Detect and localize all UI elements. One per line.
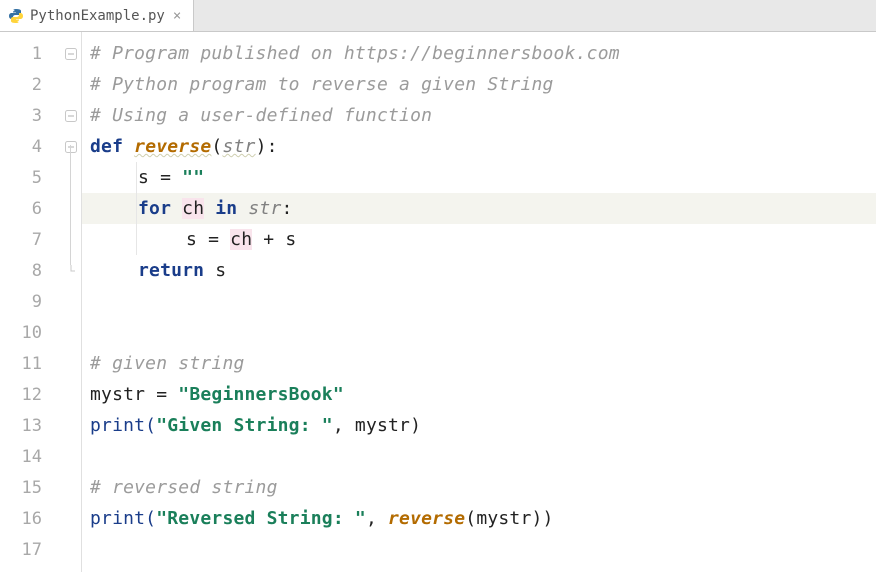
line-number: 6 [0, 193, 60, 224]
fold-marker [60, 317, 81, 348]
code-line[interactable]: s = "" [82, 162, 876, 193]
line-number: 8 [0, 255, 60, 286]
code-token: str [248, 198, 281, 219]
fold-marker [60, 286, 81, 317]
code-line[interactable]: # Python program to reverse a given Stri… [82, 69, 876, 100]
code-editor: 1234567891011121314151617 # Program publ… [0, 32, 876, 572]
code-token: + s [252, 229, 296, 250]
code-line[interactable]: # given string [82, 348, 876, 379]
tab-filename: PythonExample.py [30, 8, 165, 24]
fold-marker [60, 441, 81, 472]
python-file-icon [8, 8, 24, 24]
code-token: s = [186, 229, 230, 250]
fold-marker [60, 410, 81, 441]
code-area[interactable]: # Program published on https://beginners… [82, 32, 876, 572]
line-number: 4 [0, 131, 60, 162]
code-token: for [138, 198, 182, 219]
code-token: s [215, 260, 226, 281]
code-token: ( [211, 136, 222, 157]
line-number: 1 [0, 38, 60, 69]
line-number: 14 [0, 441, 60, 472]
code-token: str [222, 136, 255, 157]
code-line[interactable]: def reverse(str): [82, 131, 876, 162]
code-line[interactable]: mystr = "BeginnersBook" [82, 379, 876, 410]
line-number: 2 [0, 69, 60, 100]
code-token: reverse [134, 136, 211, 157]
code-token: , mystr) [333, 415, 421, 436]
fold-marker[interactable] [60, 38, 81, 69]
code-token: print( [90, 508, 156, 529]
line-number: 16 [0, 503, 60, 534]
code-token: (mystr)) [465, 508, 553, 529]
line-number: 7 [0, 224, 60, 255]
code-token: # Using a user-defined function [90, 105, 432, 126]
line-number: 11 [0, 348, 60, 379]
code-token: "Reversed String: " [156, 508, 366, 529]
code-line[interactable]: # reversed string [82, 472, 876, 503]
line-number: 13 [0, 410, 60, 441]
line-number: 17 [0, 534, 60, 565]
line-number: 3 [0, 100, 60, 131]
code-token: , [366, 508, 388, 529]
close-tab-icon[interactable]: × [171, 8, 183, 24]
fold-marker [60, 379, 81, 410]
code-token: return [138, 260, 215, 281]
code-line[interactable]: return s [82, 255, 876, 286]
code-line[interactable]: # Program published on https://beginners… [82, 38, 876, 69]
code-line[interactable]: print("Given String: ", mystr) [82, 410, 876, 441]
fold-marker [60, 472, 81, 503]
code-token: ch [182, 198, 204, 219]
code-token: mystr = [90, 384, 178, 405]
code-line[interactable] [82, 441, 876, 472]
fold-marker[interactable] [60, 100, 81, 131]
fold-marker [60, 503, 81, 534]
code-line[interactable] [82, 317, 876, 348]
code-token: s = [138, 167, 182, 188]
code-token: # reversed string [90, 477, 278, 498]
code-token: def [90, 136, 134, 157]
code-token: print( [90, 415, 156, 436]
fold-column [60, 32, 82, 572]
fold-marker [60, 69, 81, 100]
file-tab[interactable]: PythonExample.py × [0, 0, 194, 31]
fold-marker [60, 534, 81, 565]
line-number: 12 [0, 379, 60, 410]
code-token: in [204, 198, 248, 219]
code-line[interactable]: s = ch + s [82, 224, 876, 255]
code-line[interactable] [82, 534, 876, 565]
code-token: # Python program to reverse a given Stri… [90, 74, 554, 95]
line-number: 15 [0, 472, 60, 503]
line-number: 5 [0, 162, 60, 193]
code-token: reverse [388, 508, 465, 529]
code-token: ): [256, 136, 278, 157]
code-line[interactable]: # Using a user-defined function [82, 100, 876, 131]
line-number: 10 [0, 317, 60, 348]
code-token: # given string [90, 353, 245, 374]
code-line[interactable] [82, 286, 876, 317]
code-token: : [282, 198, 293, 219]
code-token: "" [182, 167, 204, 188]
code-token: # Program published on https://beginners… [90, 43, 620, 64]
tab-bar: PythonExample.py × [0, 0, 876, 32]
fold-marker [60, 348, 81, 379]
code-token: "BeginnersBook" [178, 384, 344, 405]
code-line[interactable]: print("Reversed String: ", reverse(mystr… [82, 503, 876, 534]
line-number: 9 [0, 286, 60, 317]
line-number-gutter: 1234567891011121314151617 [0, 32, 60, 572]
code-token: "Given String: " [156, 415, 333, 436]
code-token: ch [230, 229, 252, 250]
code-line[interactable]: for ch in str: [82, 193, 876, 224]
